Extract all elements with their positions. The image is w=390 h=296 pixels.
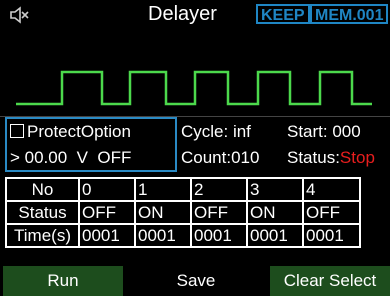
- time-cell-0[interactable]: 0001: [78, 223, 136, 248]
- clear-select-button[interactable]: Clear Select: [270, 266, 390, 296]
- protect-value[interactable]: > 00.00 V OFF: [10, 147, 131, 169]
- cycle-readout: Cycle: inf: [181, 122, 251, 141]
- protect-checkbox[interactable]: [10, 124, 24, 138]
- save-button[interactable]: Save: [136, 266, 256, 296]
- protect-option-row[interactable]: ProtectOption: [10, 121, 131, 143]
- waveform-line: [16, 70, 372, 106]
- header-channel-4: 4: [302, 177, 361, 202]
- header-channel-1: 1: [134, 177, 192, 202]
- waveform-display: [0, 29, 390, 117]
- time-cell-2[interactable]: 0001: [190, 223, 248, 248]
- time-row: Time(s) 0001 0001 0001 0001 0001: [5, 223, 361, 248]
- table-header-row: No 0 1 2 3 4: [5, 177, 361, 202]
- waveform-plot: [16, 70, 372, 106]
- status-row: Status OFF ON OFF ON OFF: [5, 200, 361, 225]
- status-readout: Status:Stop: [287, 147, 375, 169]
- start-readout: Start: 000: [287, 122, 361, 141]
- run-button[interactable]: Run: [3, 266, 123, 296]
- top-bar: Delayer KEEP MEM.001: [0, 0, 390, 29]
- time-row-label: Time(s): [5, 223, 80, 248]
- status-cell-3[interactable]: ON: [246, 200, 304, 225]
- time-cell-4[interactable]: 0001: [302, 223, 361, 248]
- protect-option-label: ProtectOption: [27, 122, 131, 141]
- header-channel-2: 2: [190, 177, 248, 202]
- status-label: Status:: [287, 148, 340, 167]
- speaker-muted-icon[interactable]: [8, 4, 30, 26]
- status-cell-1[interactable]: ON: [134, 200, 192, 225]
- status-cell-4[interactable]: OFF: [302, 200, 361, 225]
- keep-badge[interactable]: KEEP: [256, 4, 310, 24]
- status-cell-2[interactable]: OFF: [190, 200, 248, 225]
- time-cell-1[interactable]: 0001: [134, 223, 192, 248]
- status-value: Stop: [339, 148, 375, 167]
- header-channel-3: 3: [246, 177, 304, 202]
- count-readout: Count:010: [181, 148, 260, 167]
- channel-table: No 0 1 2 3 4 Status OFF ON OFF ON OFF Ti…: [5, 177, 361, 248]
- page-title: Delayer: [148, 3, 217, 25]
- status-row-label: Status: [5, 200, 80, 225]
- time-cell-3[interactable]: 0001: [246, 223, 304, 248]
- status-cell-0[interactable]: OFF: [78, 200, 136, 225]
- memory-slot-badge[interactable]: MEM.001: [310, 4, 389, 24]
- header-channel-0: 0: [78, 177, 136, 202]
- header-no: No: [5, 177, 80, 202]
